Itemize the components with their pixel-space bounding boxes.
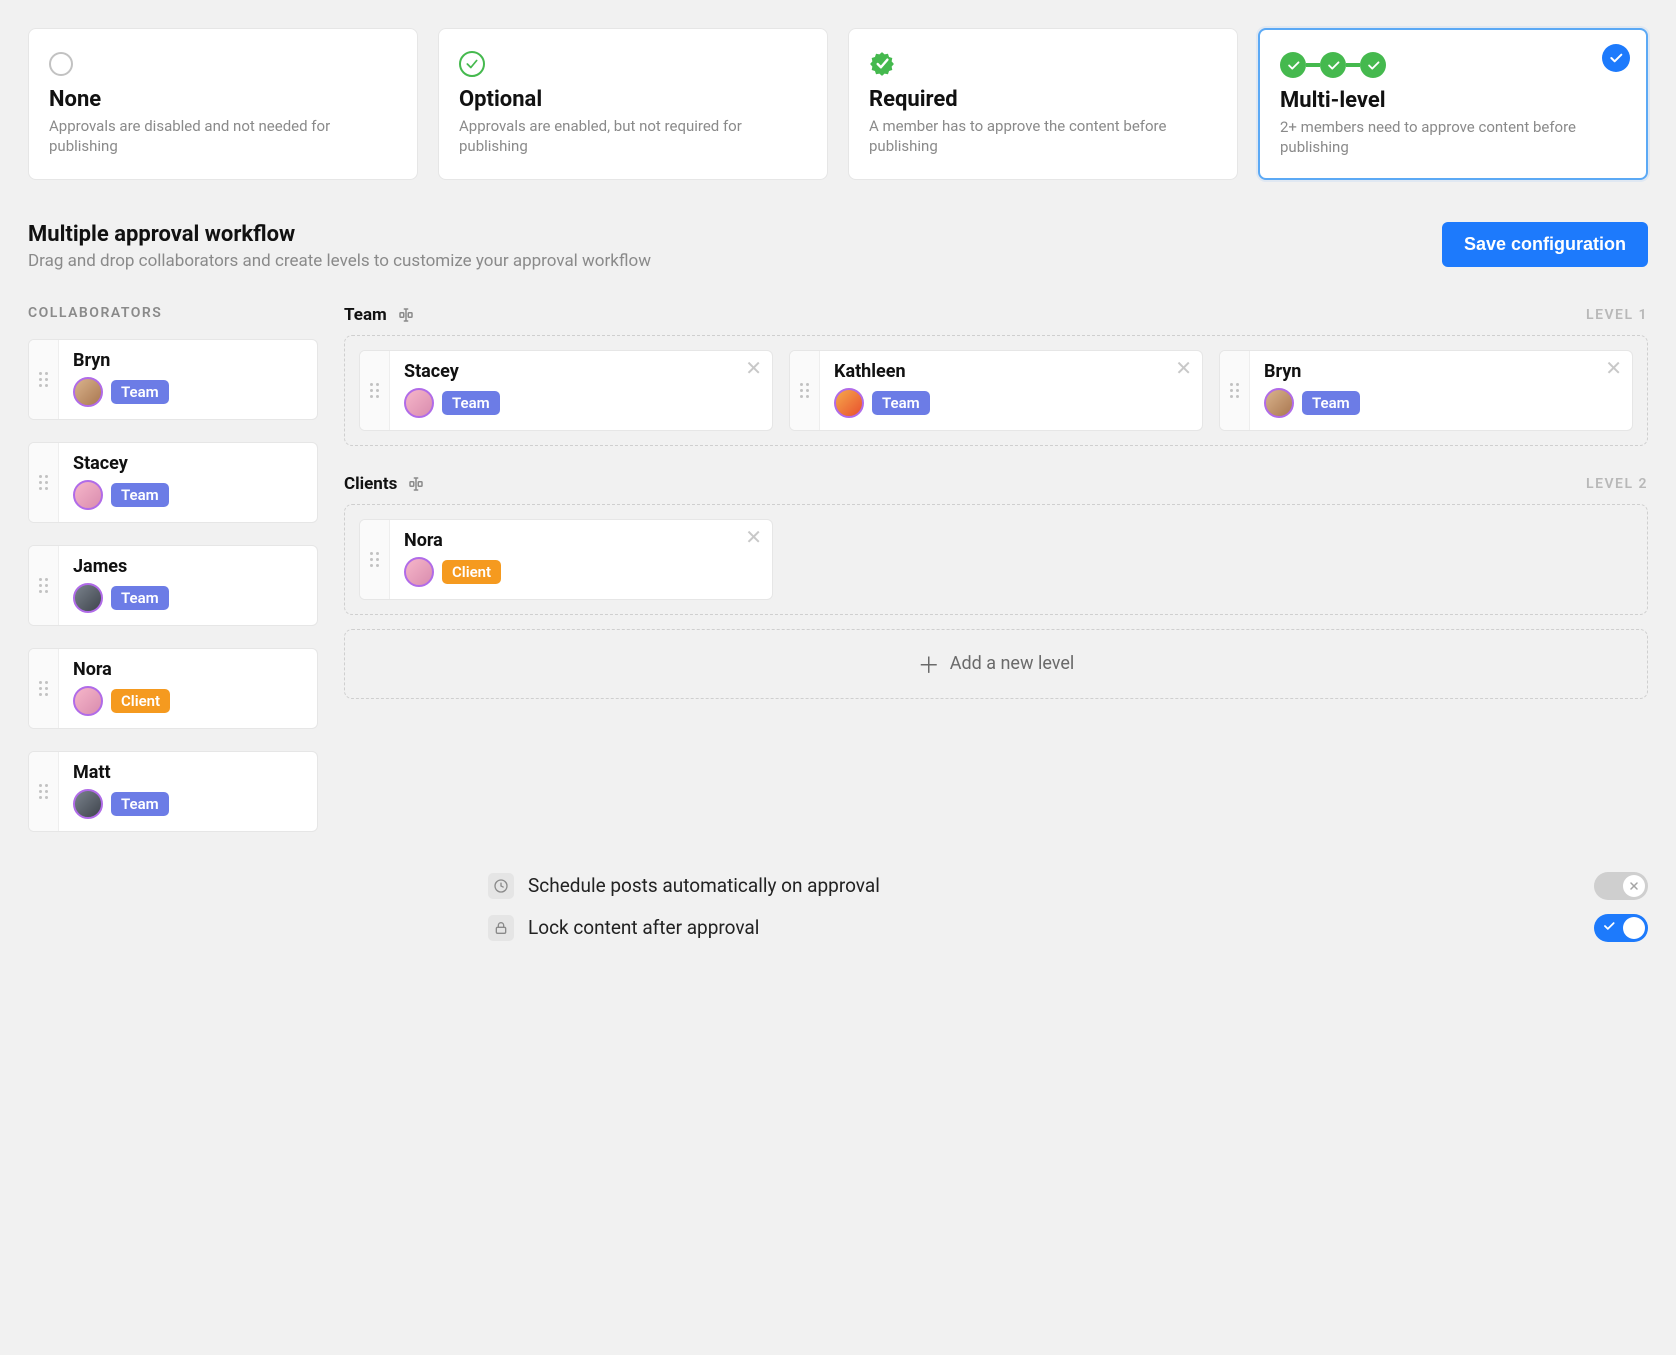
setting-label: Lock content after approval	[528, 916, 759, 939]
save-configuration-button[interactable]: Save configuration	[1442, 222, 1648, 267]
option-required[interactable]: Required A member has to approve the con…	[848, 28, 1238, 180]
role-tag: Team	[111, 483, 169, 507]
person-card[interactable]: Bryn Team ✕	[1219, 350, 1633, 431]
person-name: Bryn	[1264, 361, 1618, 382]
drag-handle-icon[interactable]	[29, 752, 59, 831]
person-card[interactable]: Nora Client	[28, 648, 318, 729]
option-desc: Approvals are enabled, but not required …	[459, 116, 807, 157]
setting-lock-content: Lock content after approval	[488, 914, 1648, 942]
role-tag: Team	[872, 391, 930, 415]
role-tag: Client	[111, 689, 170, 713]
toggle-auto-schedule[interactable]	[1594, 872, 1648, 900]
rename-level-icon[interactable]	[407, 475, 425, 493]
add-level-button[interactable]: ＋ Add a new level	[344, 629, 1648, 699]
option-desc: 2+ members need to approve content befor…	[1280, 117, 1626, 158]
avatar	[404, 388, 434, 418]
avatar	[73, 377, 103, 407]
avatar	[73, 480, 103, 510]
drag-handle-icon[interactable]	[360, 351, 390, 430]
lock-icon	[488, 915, 514, 941]
drag-handle-icon[interactable]	[29, 340, 59, 419]
drag-handle-icon[interactable]	[790, 351, 820, 430]
approval-level: TeamLEVEL 1StaceyTeam✕KathleenTeam✕BrynT…	[344, 305, 1648, 446]
role-tag: Team	[111, 792, 169, 816]
approval-mode-options: None Approvals are disabled and not need…	[28, 28, 1648, 180]
option-desc: Approvals are disabled and not needed fo…	[49, 116, 397, 157]
avatar	[73, 686, 103, 716]
person-card[interactable]: Stacey Team ✕	[359, 350, 773, 431]
plus-icon: ＋	[918, 648, 940, 680]
check-outline-icon	[459, 51, 485, 77]
option-multi-level[interactable]: Multi-level 2+ members need to approve c…	[1258, 28, 1648, 180]
toggle-lock-content[interactable]	[1594, 914, 1648, 942]
person-card[interactable]: Kathleen Team ✕	[789, 350, 1203, 431]
approval-level: Clients LEVEL 2 Nora Client ✕	[344, 474, 1648, 615]
role-tag: Team	[442, 391, 500, 415]
role-tag: Team	[111, 586, 169, 610]
person-card[interactable]: Matt Team	[28, 751, 318, 832]
rename-level-icon[interactable]	[397, 306, 415, 324]
level-name: Clients	[344, 474, 397, 494]
section-title: Multiple approval workflow	[28, 222, 651, 247]
person-name: Nora	[404, 530, 758, 551]
drag-handle-icon[interactable]	[29, 649, 59, 728]
avatar	[404, 557, 434, 587]
person-card[interactable]: Stacey Team	[28, 442, 318, 523]
check-badge-icon	[869, 51, 895, 77]
person-name: Nora	[73, 659, 303, 680]
option-title: Multi-level	[1280, 88, 1626, 113]
add-level-label: Add a new level	[950, 653, 1075, 674]
avatar	[73, 583, 103, 613]
avatar	[73, 789, 103, 819]
level-number-label: LEVEL 2	[1586, 476, 1648, 492]
person-card[interactable]: Bryn Team	[28, 339, 318, 420]
person-name: Stacey	[404, 361, 758, 382]
section-subtitle: Drag and drop collaborators and create l…	[28, 251, 651, 271]
level-name: Team	[344, 305, 387, 325]
collaborators-column: COLLABORATORS Bryn Team Stacey Team James Tea…	[28, 305, 318, 832]
person-name: Matt	[73, 762, 303, 783]
setting-auto-schedule: Schedule posts automatically on approval	[488, 872, 1648, 900]
approval-settings: Schedule posts automatically on approval…	[28, 872, 1648, 942]
option-desc: A member has to approve the content befo…	[869, 116, 1217, 157]
remove-person-button[interactable]: ✕	[745, 359, 762, 379]
person-card[interactable]: James Team	[28, 545, 318, 626]
drag-handle-icon[interactable]	[360, 520, 390, 599]
person-name: Stacey	[73, 453, 303, 474]
collaborators-heading: COLLABORATORS	[28, 305, 318, 321]
person-card[interactable]: Nora Client ✕	[359, 519, 773, 600]
role-tag: Team	[1302, 391, 1360, 415]
clock-icon	[488, 873, 514, 899]
person-name: Bryn	[73, 350, 303, 371]
drag-handle-icon[interactable]	[29, 443, 59, 522]
remove-person-button[interactable]: ✕	[1175, 359, 1192, 379]
remove-person-button[interactable]: ✕	[745, 528, 762, 548]
empty-circle-icon	[49, 52, 73, 76]
remove-person-button[interactable]: ✕	[1605, 359, 1622, 379]
role-tag: Team	[111, 380, 169, 404]
drag-handle-icon[interactable]	[29, 546, 59, 625]
person-name: James	[73, 556, 303, 577]
person-name: Kathleen	[834, 361, 1188, 382]
avatar	[1264, 388, 1294, 418]
workflow-section-header: Multiple approval workflow Drag and drop…	[28, 222, 1648, 271]
multi-check-chain-icon	[1280, 52, 1386, 78]
level-number-label: LEVEL 1	[1586, 307, 1648, 323]
selected-check-icon	[1602, 44, 1630, 72]
role-tag: Client	[442, 560, 501, 584]
avatar	[834, 388, 864, 418]
levels-column: TeamLEVEL 1StaceyTeam✕KathleenTeam✕BrynT…	[344, 305, 1648, 699]
option-title: Required	[869, 87, 1217, 112]
level-drop-zone[interactable]: Nora Client ✕	[344, 504, 1648, 615]
level-drop-zone[interactable]: StaceyTeam✕KathleenTeam✕BrynTeam✕	[344, 335, 1648, 446]
option-none[interactable]: None Approvals are disabled and not need…	[28, 28, 418, 180]
option-title: None	[49, 87, 397, 112]
option-optional[interactable]: Optional Approvals are enabled, but not …	[438, 28, 828, 180]
setting-label: Schedule posts automatically on approval	[528, 874, 880, 897]
option-title: Optional	[459, 87, 807, 112]
drag-handle-icon[interactable]	[1220, 351, 1250, 430]
